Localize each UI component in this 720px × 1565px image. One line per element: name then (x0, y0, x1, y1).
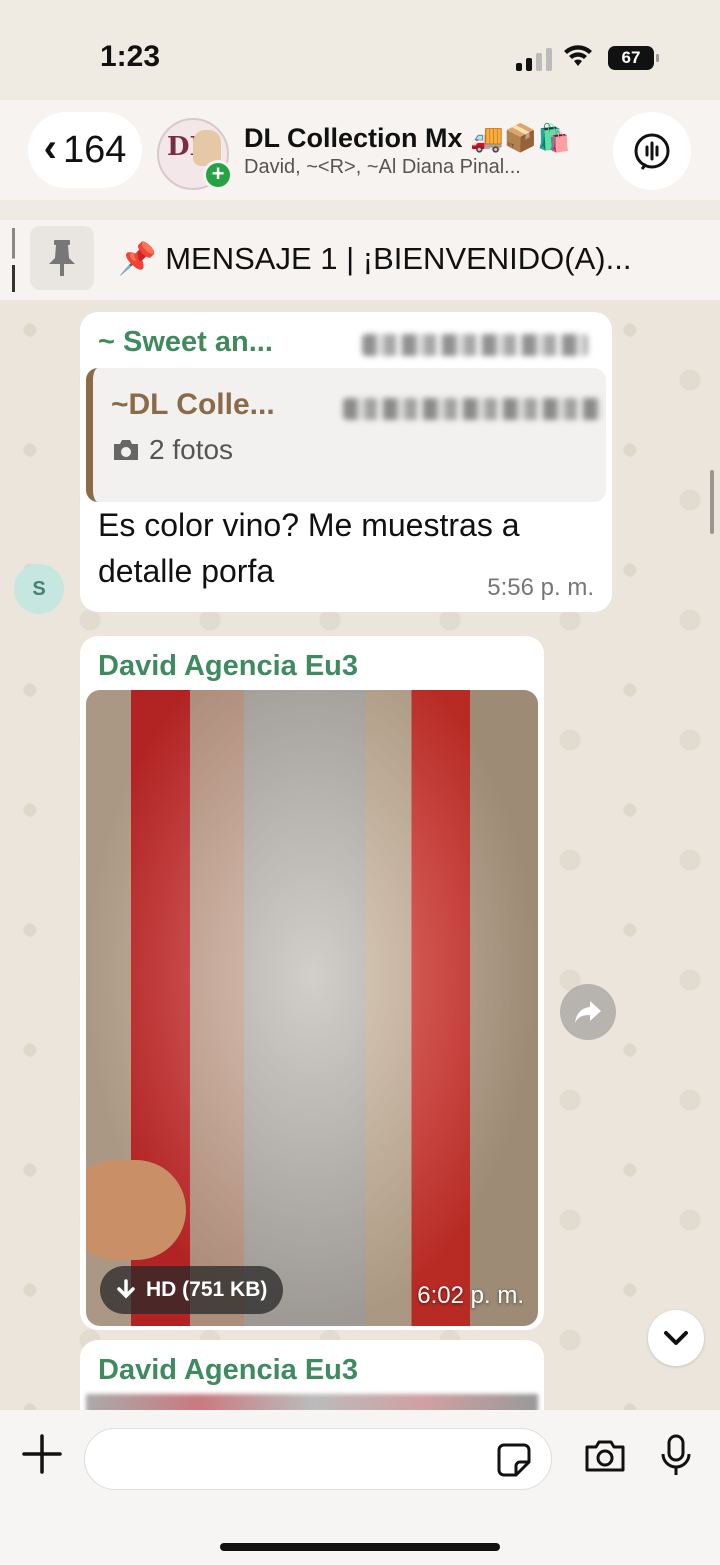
home-indicator[interactable] (220, 1543, 500, 1551)
hd-download-button[interactable]: HD (751 KB) (100, 1266, 284, 1314)
pin-icon (49, 240, 75, 276)
group-members[interactable]: David, ~<R>, ~Al Diana Pinal... (244, 156, 521, 179)
message-sender[interactable]: David Agencia Eu3 (98, 1354, 358, 1387)
pinned-text: 📌 MENSAJE 1 | ¡BIENVENIDO(A)... (118, 241, 632, 276)
status-bar: 1:23 67 (0, 0, 720, 100)
message-sender[interactable]: ~ Sweet an... (98, 326, 273, 359)
unread-count: 164 (62, 128, 127, 171)
camera-icon[interactable] (583, 1438, 627, 1474)
redacted-phone (343, 398, 601, 420)
status-time: 1:23 (100, 40, 161, 73)
group-name[interactable]: DL Collection Mx 🚚📦🛍️ (244, 122, 571, 154)
redacted-phone (362, 334, 588, 356)
scroll-to-bottom-button[interactable] (648, 1310, 704, 1366)
scrollbar[interactable] (710, 470, 714, 534)
chat-header: ‹ 164 DL + DL Collection Mx 🚚📦🛍️ David, … (0, 100, 720, 200)
message-bubble[interactable]: ~ Sweet an... ~DL Colle... 2 fotos Es co… (80, 312, 612, 612)
voice-chat-button[interactable] (613, 112, 691, 190)
pinned-message-bar[interactable]: 📌 MENSAJE 1 | ¡BIENVENIDO(A)... (0, 220, 720, 300)
forward-icon (575, 1001, 601, 1023)
plus-icon[interactable] (22, 1434, 62, 1474)
forward-button[interactable] (560, 984, 616, 1040)
photo-thumbnail[interactable]: HD (751 KB) 6:02 p. m. (86, 690, 538, 1326)
chevron-left-icon: ‹ (43, 125, 57, 170)
message-sender[interactable]: David Agencia Eu3 (98, 650, 358, 683)
add-icon: + (203, 160, 233, 190)
message-time: 5:56 p. m. (487, 574, 594, 601)
microphone-icon[interactable] (660, 1434, 692, 1478)
composer-bar (0, 1410, 720, 1565)
chevron-down-icon (664, 1331, 688, 1345)
hd-label: HD (751 KB) (146, 1278, 268, 1301)
message-time: 6:02 p. m. (417, 1282, 524, 1309)
sender-avatar[interactable]: S (14, 564, 64, 614)
waveform-icon (634, 133, 670, 170)
quoted-sender: ~DL Colle... (111, 388, 275, 421)
pinned-indicator (12, 228, 15, 292)
back-button[interactable]: ‹ 164 (28, 112, 142, 188)
quoted-media: 2 fotos (111, 434, 233, 466)
pin-button[interactable] (30, 226, 94, 290)
sticker-icon[interactable] (496, 1442, 532, 1478)
quoted-message[interactable]: ~DL Colle... 2 fotos (86, 368, 606, 502)
cellular-signal-icon (516, 48, 552, 71)
photo-hand (86, 1160, 186, 1260)
quoted-media-label: 2 fotos (149, 434, 234, 465)
camera-icon (114, 440, 138, 460)
download-icon (117, 1279, 135, 1299)
message-input[interactable] (84, 1428, 552, 1490)
battery-icon: 67 (608, 46, 659, 70)
wifi-icon (564, 45, 592, 66)
photo-message-bubble[interactable]: David Agencia Eu3 HD (751 KB) 6:02 p. m. (80, 636, 544, 1330)
